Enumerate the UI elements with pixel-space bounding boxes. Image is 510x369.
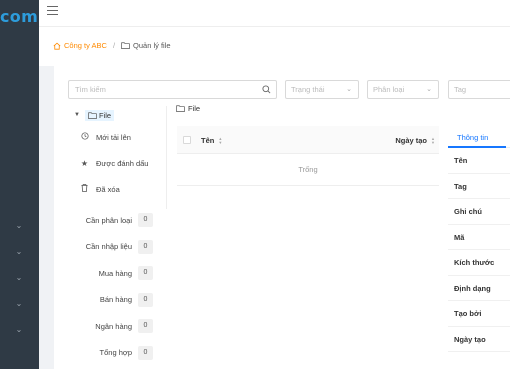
tree-root-label[interactable]: File — [84, 109, 115, 121]
app-logo: com — [0, 7, 39, 26]
tab-info[interactable]: Thông tin — [448, 126, 510, 148]
category-label: Cần nhập liệu — [85, 242, 132, 252]
tree-item-label: Được đánh dấu — [96, 158, 149, 168]
file-table: Tên ▲ ▼ Ngày tạo ▲ ▼ Trống — [177, 126, 439, 186]
column-header-name[interactable]: Tên ▲ ▼ — [201, 136, 222, 145]
chevron-down-icon[interactable]: ⌄ — [15, 274, 23, 282]
category-select-placeholder: Phân loại — [373, 85, 405, 94]
info-field-label: Ngày tạo — [448, 327, 510, 352]
top-bar — [39, 0, 510, 26]
tree-item-label: Mới tải lên — [96, 132, 131, 142]
breadcrumb: Công ty ABC / Quản lý file — [53, 41, 171, 50]
home-icon — [53, 42, 61, 50]
search-box — [68, 80, 277, 99]
category-item[interactable]: Mua hàng 0 — [68, 260, 165, 287]
count-badge: 0 — [138, 292, 153, 307]
folder-title-label: File — [188, 104, 201, 113]
tag-select[interactable]: Tag — [448, 80, 510, 99]
category-label: Tổng hợp — [99, 348, 132, 358]
menu-fold-icon[interactable] — [47, 6, 58, 16]
chevron-down-icon[interactable]: ⌄ — [15, 248, 23, 256]
info-field-label: Tạo bởi — [448, 301, 510, 327]
star-icon: ★ — [80, 158, 89, 168]
folder-icon — [121, 42, 130, 49]
tree-root-file[interactable]: ▼ File — [68, 106, 165, 124]
info-field-label: Mã — [448, 225, 510, 250]
caret-down-icon[interactable]: ▼ — [74, 112, 80, 118]
folder-tree: ▼ File Mới tải lên ★ Được đánh dấu Đã xó… — [68, 106, 165, 202]
folder-icon — [88, 111, 97, 119]
category-label: Bán hàng — [99, 295, 132, 305]
breadcrumb-home-label: Công ty ABC — [64, 41, 107, 50]
category-item[interactable]: Cần phân loại 0 — [68, 207, 165, 234]
info-field-label: Định dạng — [448, 276, 510, 301]
count-badge: 0 — [138, 266, 153, 281]
category-item[interactable]: Cần nhập liệu 0 — [68, 234, 165, 261]
info-field-label: Kích thước — [448, 250, 510, 276]
chevron-down-icon: ⌄ — [426, 86, 432, 93]
breadcrumb-separator: / — [112, 41, 116, 50]
search-icon[interactable] — [262, 85, 271, 94]
breadcrumb-current: Quản lý file — [121, 41, 171, 50]
breadcrumb-bar: Công ty ABC / Quản lý file — [39, 26, 510, 66]
category-list: Cần phân loại 0 Cần nhập liệu 0 Mua hàng… — [68, 207, 165, 366]
select-all-checkbox[interactable] — [183, 136, 191, 144]
category-select[interactable]: Phân loại ⌄ — [367, 80, 439, 99]
count-badge: 0 — [138, 345, 153, 360]
sidebar: com ⌄ ⌄ ⌄ ⌄ ⌄ — [0, 0, 39, 369]
file-manager-panel: Trạng thái ⌄ Phân loại ⌄ Tag ▼ File Mới … — [54, 66, 510, 369]
category-label: Ngân hàng — [95, 321, 132, 331]
column-name-label: Tên — [201, 136, 215, 145]
table-header: Tên ▲ ▼ Ngày tạo ▲ ▼ — [177, 126, 439, 154]
chevron-down-icon[interactable]: ⌄ — [15, 300, 23, 308]
tree-item-deleted[interactable]: Đã xóa — [68, 176, 165, 202]
info-field-label: Tag — [448, 174, 510, 199]
folder-title: File — [176, 104, 200, 113]
chevron-down-icon: ⌄ — [346, 86, 352, 93]
clock-icon — [80, 132, 89, 142]
tree-item-label: Đã xóa — [96, 184, 120, 194]
empty-state: Trống — [177, 154, 439, 186]
info-field-label: Ghi chú — [448, 199, 510, 225]
column-created-label: Ngày tạo — [395, 136, 428, 145]
info-field-label: Tên — [448, 148, 510, 174]
folder-icon — [176, 105, 185, 112]
info-panel: Thông tin Tên Tag Ghi chú Mã Kích thước … — [448, 126, 510, 352]
count-badge: 0 — [138, 213, 153, 228]
category-label: Mua hàng — [98, 268, 132, 278]
chevron-down-icon[interactable]: ⌄ — [15, 222, 23, 230]
category-item[interactable]: Ngân hàng 0 — [68, 313, 165, 340]
sort-icon[interactable]: ▲ ▼ — [431, 136, 435, 145]
column-header-created[interactable]: Ngày tạo ▲ ▼ — [395, 136, 435, 145]
breadcrumb-home[interactable]: Công ty ABC — [53, 41, 107, 50]
count-badge: 0 — [138, 239, 153, 254]
category-label: Cần phân loại — [85, 215, 132, 225]
tree-item-recent[interactable]: Mới tải lên — [68, 124, 165, 150]
tree-root-text: File — [98, 110, 112, 120]
chevron-down-icon[interactable]: ⌄ — [15, 326, 23, 334]
tree-item-starred[interactable]: ★ Được đánh dấu — [68, 150, 165, 176]
status-select-placeholder: Trạng thái — [291, 85, 325, 94]
category-item[interactable]: Tổng hợp 0 — [68, 340, 165, 367]
trash-icon — [80, 184, 89, 194]
status-select[interactable]: Trạng thái ⌄ — [285, 80, 359, 99]
tab-ink-bar — [448, 146, 506, 148]
tree-divider — [166, 106, 167, 209]
tag-select-placeholder: Tag — [454, 85, 467, 94]
tab-info-label: Thông tin — [457, 133, 489, 142]
sort-icon[interactable]: ▲ ▼ — [218, 136, 222, 145]
search-input[interactable] — [69, 81, 254, 98]
category-item[interactable]: Bán hàng 0 — [68, 287, 165, 314]
count-badge: 0 — [138, 319, 153, 334]
breadcrumb-current-label: Quản lý file — [133, 41, 171, 50]
